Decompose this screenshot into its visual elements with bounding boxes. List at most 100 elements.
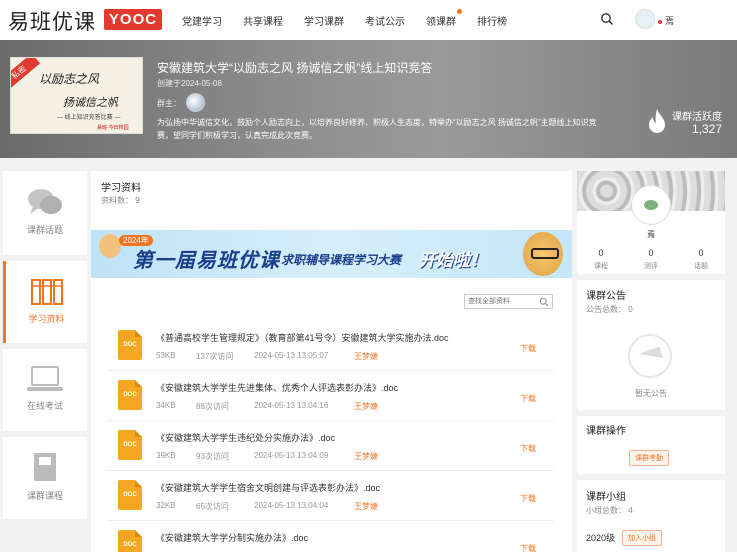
file-size: 34KB xyxy=(156,401,176,410)
file-name[interactable]: 《安徽建筑大学学生宿舍文明创建与评选表彰办法》.doc xyxy=(156,481,380,494)
sidebar-item-courses[interactable]: 课群课程 xyxy=(3,437,87,519)
search-icon[interactable] xyxy=(539,297,549,307)
subgroups-title: 课群小组 xyxy=(586,492,626,503)
doc-file-icon: DOC xyxy=(118,380,142,410)
file-name[interactable]: 《安徽建筑大学学分制实施办法》.doc xyxy=(156,531,308,544)
download-link[interactable]: 下载 xyxy=(520,543,536,552)
group-owner-label: 群主： xyxy=(157,99,181,108)
activity-label: 课群活跃度 xyxy=(672,112,722,123)
file-time: 2024-05-13 13:05:07 xyxy=(254,351,329,360)
file-author[interactable]: 王梦婕 xyxy=(354,451,378,462)
materials-count: 资料数： 9 xyxy=(101,196,140,205)
subgroup-name: 2020级 xyxy=(586,533,616,543)
logo-text[interactable]: 易班优课 xyxy=(8,6,96,36)
file-author[interactable]: 王梦婕 xyxy=(354,401,378,412)
books-icon xyxy=(30,279,63,305)
file-views: 88次访问 xyxy=(196,402,229,411)
nav-claim-groups-label: 领课群 xyxy=(426,16,456,28)
owner-avatar[interactable] xyxy=(186,93,205,112)
private-tag: 私密 xyxy=(11,58,41,92)
profile-name: 焉 xyxy=(647,230,655,239)
group-cover-image: 私密 以励志之风 扬诚信之帆 — 线上知识竞答比赛 — 易班·今日校园 xyxy=(10,57,143,134)
user-menu[interactable]: 焉 xyxy=(658,14,674,27)
notice-title: 课群公告 xyxy=(586,291,626,302)
stat-label: 话题 xyxy=(694,263,708,270)
logo-badge[interactable]: YOOC xyxy=(104,9,162,30)
file-name[interactable]: 《安徽建筑大学学生违纪处分实施办法》.doc xyxy=(156,431,335,444)
promo-banner[interactable]: 2024年 第一届易班优课 求职辅导课程学习大赛 开始啦！ xyxy=(91,230,572,278)
book-icon xyxy=(34,453,56,481)
file-views: 137次访问 xyxy=(196,352,234,361)
sidebar-item-label: 课群话题 xyxy=(26,225,63,235)
file-row[interactable]: DOC 《安徽建筑大学学生违纪处分实施办法》.doc 39KB 93次访问 20… xyxy=(108,421,554,471)
user-name: 焉 xyxy=(665,16,675,26)
doc-file-icon: DOC xyxy=(118,480,142,510)
bear-mascot-icon xyxy=(523,232,563,276)
file-views: 93次访问 xyxy=(196,452,229,461)
materials-search-input[interactable] xyxy=(465,295,535,308)
doc-file-icon: DOC xyxy=(118,330,142,360)
nav-shared-courses[interactable]: 共享课程 xyxy=(243,13,283,28)
search-icon[interactable] xyxy=(600,12,614,26)
laptop-icon xyxy=(27,366,63,391)
nav-study-groups[interactable]: 学习课群 xyxy=(304,13,344,28)
file-time: 2024-05-13 13:04:04 xyxy=(254,501,329,510)
group-title: 安徽建筑大学“以励志之风 扬诚信之帆”线上知识竞答 xyxy=(157,61,433,75)
section-title: 学习资料 xyxy=(101,183,141,194)
promo-headline: 第一届易班优课 xyxy=(133,250,280,272)
sidebar-item-topics[interactable]: 课群话题 xyxy=(3,171,87,255)
download-link[interactable]: 下载 xyxy=(520,393,536,404)
attendance-button[interactable]: 课群考勤 xyxy=(629,450,669,466)
cartoon-figure-icon xyxy=(99,234,121,258)
file-name[interactable]: 《普通高校学生管理规定》（教育部第41号令）安徽建筑大学实施办法.doc xyxy=(156,331,449,344)
new-dot-icon xyxy=(457,8,462,14)
main-nav: 党建学习 共享课程 学习课群 考试公示 领课群 排行榜 xyxy=(182,0,528,40)
doc-file-icon: DOC xyxy=(118,430,142,460)
empty-notice-icon xyxy=(628,334,672,378)
stat-courses[interactable]: 0 课程 xyxy=(577,248,625,271)
stat-tests[interactable]: 0 测评 xyxy=(627,248,675,271)
stat-value: 0 xyxy=(698,248,704,258)
stat-topics[interactable]: 0 话题 xyxy=(677,248,725,271)
flame-icon xyxy=(649,109,665,133)
file-views: 65次访问 xyxy=(196,502,229,511)
activity-value: 1,327 xyxy=(692,122,723,136)
notice-empty-text: 暂无公告 xyxy=(635,389,667,398)
join-subgroup-button[interactable]: 加入小组 xyxy=(622,530,662,546)
nav-leaderboard[interactable]: 排行榜 xyxy=(477,13,507,28)
download-link[interactable]: 下载 xyxy=(520,343,536,354)
cover-line-4: 易班·今日校园 xyxy=(97,125,129,131)
file-row[interactable]: DOC 《安徽建筑大学学生先进集体、优秀个人评选表彰办法》.doc 34KB 8… xyxy=(108,371,554,421)
promo-exclaim: 开始啦！ xyxy=(419,251,487,270)
operations-title: 课群操作 xyxy=(586,426,626,437)
file-row[interactable]: DOC 《安徽建筑大学学生宿舍文明创建与评选表彰办法》.doc 32KB 65次… xyxy=(108,471,554,521)
stat-label: 课程 xyxy=(594,263,608,270)
nav-claim-groups[interactable]: 领课群 xyxy=(426,8,462,28)
nav-party-study[interactable]: 党建学习 xyxy=(182,13,222,28)
file-time: 2024-05-13 13:04:09 xyxy=(254,451,329,460)
user-avatar[interactable] xyxy=(635,9,655,29)
promo-subtitle: 求职辅导课程学习大赛 xyxy=(281,253,402,267)
file-row[interactable]: DOC 《普通高校学生管理规定》（教育部第41号令）安徽建筑大学实施办法.doc… xyxy=(108,321,554,371)
cover-line-1: 以励志之风 xyxy=(39,72,100,86)
stat-label: 测评 xyxy=(644,263,658,270)
file-size: 53KB xyxy=(156,351,176,360)
file-name[interactable]: 《安徽建筑大学学生先进集体、优秀个人评选表彰办法》.doc xyxy=(156,381,398,394)
file-size: 32KB xyxy=(156,501,176,510)
group-created-date: 创建于2024-05-08 xyxy=(157,79,222,88)
file-author[interactable]: 王梦婕 xyxy=(354,351,378,362)
download-link[interactable]: 下载 xyxy=(520,493,536,504)
profile-avatar[interactable] xyxy=(632,186,670,224)
sidebar-item-label: 课群课程 xyxy=(26,491,63,501)
cover-line-3: — 线上知识竞答比赛 — xyxy=(57,115,121,121)
materials-search xyxy=(464,294,553,309)
doc-file-icon: DOC xyxy=(118,530,142,552)
sidebar-item-exams[interactable]: 在线考试 xyxy=(3,349,87,431)
group-description: 为弘扬中华诚信文化，鼓励个人励志向上，以培养良好修养、积极人生态度，特举办“以励… xyxy=(157,118,597,140)
download-link[interactable]: 下载 xyxy=(520,443,536,454)
sidebar-item-materials[interactable]: 学习资料 xyxy=(3,261,87,343)
nav-exam-notices[interactable]: 考试公示 xyxy=(365,13,405,28)
file-row[interactable]: DOC 《安徽建筑大学学分制实施办法》.doc 下载 xyxy=(108,521,554,552)
file-author[interactable]: 王梦婕 xyxy=(354,501,378,512)
online-dot-icon xyxy=(658,19,662,24)
